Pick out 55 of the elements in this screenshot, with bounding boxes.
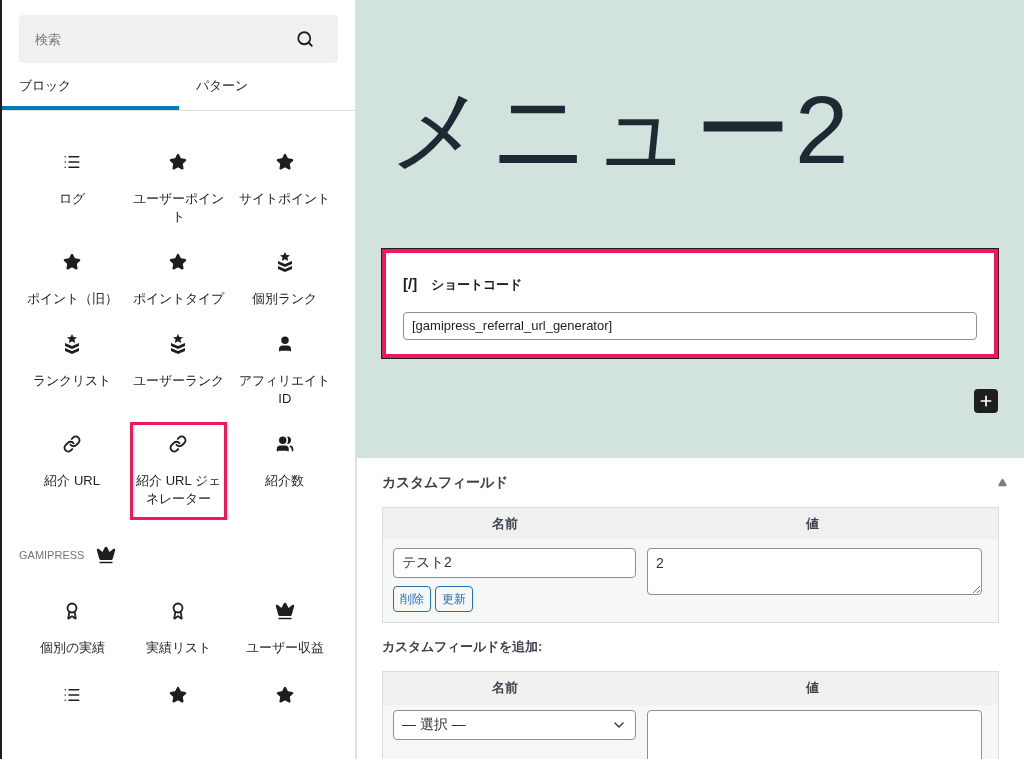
category-heading: GAMIPRESS [19,547,85,563]
block-item[interactable]: ポイントタイプ [130,240,227,320]
block-item[interactable]: ユーザーポイント [130,140,227,238]
page-title: メニュー2 [389,82,854,178]
tab[interactable]: パターン [178,65,355,110]
column-header: 名前 [490,514,519,533]
block-item[interactable]: 個別ランク [236,240,334,320]
name-field[interactable]: テスト2 [393,548,636,578]
group-icon [275,435,294,453]
crown-icon [274,601,295,621]
column-header: 値 [804,679,820,698]
star-icon [275,153,294,171]
block-item[interactable]: 紹介数 [236,422,334,520]
row-button[interactable]: 更新 [435,586,473,612]
column-header: 値 [804,514,820,533]
block-label: ショートコード [431,275,523,294]
column-header: 名前 [490,679,519,698]
block-item[interactable]: ユーザー収益 [236,589,334,669]
rank-icon [170,334,187,354]
block-item[interactable]: ログ [23,140,121,238]
block-item[interactable]: ポイント（旧） [23,240,121,320]
list-icon [63,153,82,171]
star-icon [63,253,82,271]
shortcode-icon: [/] [403,273,418,296]
add-block-button[interactable] [974,388,998,413]
star-icon [169,153,188,171]
block-item[interactable]: アフィリエイト ID [236,322,334,420]
block-item[interactable]: ユーザーランク [130,322,227,420]
value-field[interactable] [647,709,982,759]
search-field[interactable]: 検索 [19,15,338,63]
tab[interactable]: ブロック [2,65,179,110]
star-icon [275,686,294,704]
block-item[interactable]: 個別の実績 [23,589,121,669]
block-item[interactable]: サイトポイント [236,140,334,238]
rank-icon [276,252,293,272]
block-item[interactable]: 紹介 URL [23,422,121,520]
link-icon [63,435,82,453]
row-button[interactable]: 削除 [393,586,431,612]
rank-icon [64,334,81,354]
section-title: カスタムフィールドを追加: [382,638,544,656]
list-icon [63,686,82,704]
link-icon [169,435,188,453]
star-icon [169,686,188,704]
search-icon [296,30,314,48]
triangle-icon [998,478,1007,487]
block-item[interactable]: 紹介 URL ジェネレーター [130,422,227,520]
panel-title: カスタムフィールド [382,473,508,492]
star-icon [169,253,188,271]
shortcode-field[interactable]: [gamipress_referral_url_generator] [403,311,977,340]
collapse-toggle[interactable] [998,478,1007,487]
name-select[interactable]: — 選択 — [393,709,636,740]
value-field[interactable]: 2 [647,548,982,595]
block-item[interactable]: ランクリスト [23,322,121,420]
crown-icon [96,545,117,565]
block-item[interactable]: 実績リスト [130,589,227,669]
